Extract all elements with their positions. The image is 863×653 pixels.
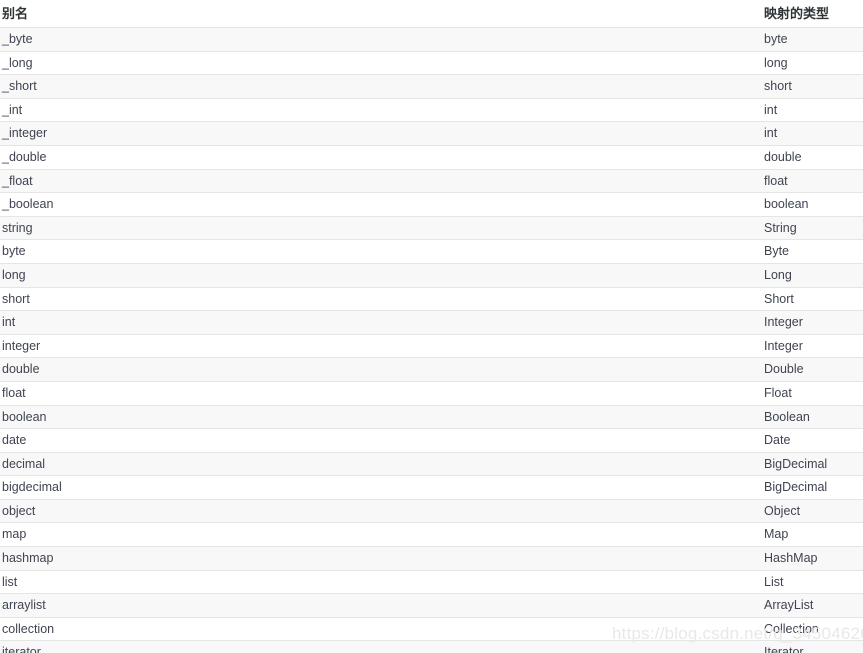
- cell-mapped-type: Byte: [758, 239, 863, 264]
- cell-mapped-type: double: [758, 145, 863, 170]
- cell-alias: _boolean: [0, 192, 758, 217]
- cell-alias: byte: [0, 239, 758, 264]
- cell-alias: _double: [0, 145, 758, 170]
- table-header: 别名 映射的类型: [0, 0, 863, 28]
- table-row: list List: [0, 570, 863, 595]
- cell-mapped-type: long: [758, 51, 863, 76]
- table-row: _double double: [0, 145, 863, 170]
- table-row: string String: [0, 216, 863, 241]
- cell-alias: _short: [0, 74, 758, 99]
- cell-alias: _integer: [0, 121, 758, 146]
- cell-mapped-type: Date: [758, 428, 863, 453]
- table-row: short Short: [0, 287, 863, 312]
- cell-alias: hashmap: [0, 546, 758, 571]
- cell-mapped-type: Collection: [758, 617, 863, 642]
- table-row: arraylist ArrayList: [0, 593, 863, 618]
- cell-mapped-type: int: [758, 98, 863, 123]
- cell-mapped-type: float: [758, 169, 863, 194]
- cell-mapped-type: Double: [758, 357, 863, 382]
- cell-mapped-type: Object: [758, 499, 863, 524]
- cell-alias: object: [0, 499, 758, 524]
- table-row: _float float: [0, 169, 863, 194]
- cell-mapped-type: boolean: [758, 192, 863, 217]
- cell-mapped-type: String: [758, 216, 863, 241]
- table-header-row: 别名 映射的类型: [0, 0, 863, 28]
- cell-mapped-type: BigDecimal: [758, 475, 863, 500]
- cell-alias: _long: [0, 51, 758, 76]
- table-row: long Long: [0, 263, 863, 288]
- cell-alias: double: [0, 357, 758, 382]
- table-row: _long long: [0, 51, 863, 76]
- cell-alias: collection: [0, 617, 758, 642]
- cell-alias: integer: [0, 334, 758, 359]
- cell-mapped-type: Short: [758, 287, 863, 312]
- cell-alias: boolean: [0, 405, 758, 430]
- table-row: _integer int: [0, 121, 863, 146]
- cell-mapped-type: ArrayList: [758, 593, 863, 618]
- cell-mapped-type: Float: [758, 381, 863, 406]
- cell-alias: long: [0, 263, 758, 288]
- type-alias-table: 别名 映射的类型 _byte byte _long long _short short _i…: [0, 0, 863, 653]
- cell-alias: _int: [0, 98, 758, 123]
- cell-mapped-type: Map: [758, 522, 863, 548]
- cell-mapped-type: Iterator: [758, 640, 863, 653]
- table-row: _byte byte: [0, 27, 863, 52]
- cell-alias: arraylist: [0, 593, 758, 618]
- cell-mapped-type: short: [758, 74, 863, 99]
- cell-alias: list: [0, 570, 758, 595]
- column-header-alias: 别名: [0, 0, 758, 28]
- table-row: boolean Boolean: [0, 405, 863, 430]
- table-row: integer Integer: [0, 334, 863, 359]
- cell-alias: string: [0, 216, 758, 241]
- cell-alias: decimal: [0, 452, 758, 477]
- cell-alias: map: [0, 522, 758, 548]
- table-row: object Object: [0, 499, 863, 524]
- cell-mapped-type: HashMap: [758, 546, 863, 571]
- cell-mapped-type: Boolean: [758, 405, 863, 430]
- table-row: hashmap HashMap: [0, 546, 863, 571]
- cell-alias: _byte: [0, 27, 758, 52]
- table-row: _int int: [0, 98, 863, 123]
- table-row: _short short: [0, 74, 863, 99]
- table-row: byte Byte: [0, 239, 863, 264]
- cell-alias: iterator: [0, 640, 758, 653]
- cell-mapped-type: Long: [758, 263, 863, 288]
- cell-alias: int: [0, 310, 758, 335]
- cell-mapped-type: BigDecimal: [758, 452, 863, 477]
- column-header-mapped-type: 映射的类型: [758, 0, 863, 28]
- table-row: map Map: [0, 522, 863, 548]
- cell-mapped-type: byte: [758, 27, 863, 52]
- cell-alias: date: [0, 428, 758, 453]
- cell-mapped-type: List: [758, 570, 863, 595]
- table-row: collection Collection: [0, 617, 863, 642]
- table-row: float Float: [0, 381, 863, 406]
- cell-mapped-type: Integer: [758, 334, 863, 359]
- page-root: 别名 映射的类型 _byte byte _long long _short short _i…: [0, 0, 863, 653]
- cell-mapped-type: int: [758, 121, 863, 146]
- cell-mapped-type: Integer: [758, 310, 863, 335]
- table-row: decimal BigDecimal: [0, 452, 863, 477]
- table-row: double Double: [0, 357, 863, 382]
- cell-alias: short: [0, 287, 758, 312]
- table-row: bigdecimal BigDecimal: [0, 475, 863, 500]
- cell-alias: bigdecimal: [0, 475, 758, 500]
- table-row: iterator Iterator: [0, 640, 863, 653]
- table-row: date Date: [0, 428, 863, 453]
- cell-alias: _float: [0, 169, 758, 194]
- cell-alias: float: [0, 381, 758, 406]
- table-row: _boolean boolean: [0, 192, 863, 217]
- table-body: _byte byte _long long _short short _int int _int…: [0, 27, 863, 653]
- table-row: int Integer: [0, 310, 863, 335]
